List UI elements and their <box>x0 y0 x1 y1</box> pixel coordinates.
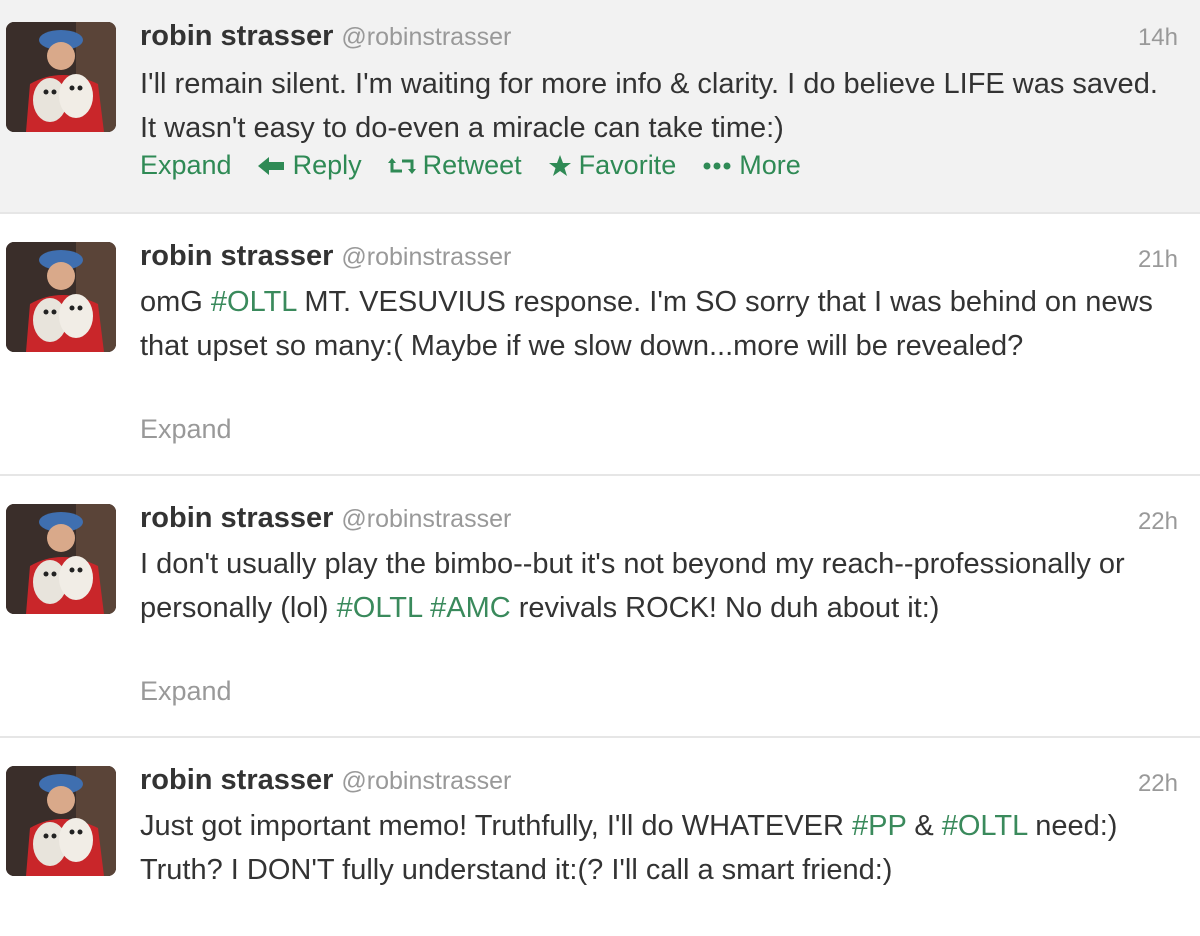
user-handle[interactable]: @robinstrasser <box>341 767 511 795</box>
tweet-text: Just got important memo! Truthfully, I'l… <box>140 804 1160 892</box>
hashtag-link[interactable]: #AMC <box>430 592 511 624</box>
tweet-text: omG #OLTL MT. VESUVIUS response. I'm SO … <box>140 280 1160 368</box>
timestamp[interactable]: 22h <box>1138 770 1178 798</box>
favorite-label: Favorite <box>578 150 677 180</box>
user-name[interactable]: robin strasser <box>140 240 333 272</box>
tweet-text-segment: I'll remain silent. I'm waiting for more… <box>140 68 1158 144</box>
timestamp[interactable]: 22h <box>1138 508 1178 536</box>
user-handle[interactable]: @robinstrasser <box>341 23 511 51</box>
retweet-label: Retweet <box>422 150 522 180</box>
expand-link[interactable]: Expand <box>140 414 232 445</box>
retweet-icon <box>387 155 416 177</box>
tweet-text-segment <box>422 592 430 624</box>
avatar[interactable] <box>6 766 116 876</box>
tweet-header: robin strasser @robinstrasser <box>140 240 511 273</box>
tweet-text-segment: revivals ROCK! No duh about it:) <box>510 592 940 624</box>
tweet-text-segment: & <box>906 810 942 842</box>
tweet[interactable]: robin strasser @robinstrasser 14h I'll re… <box>0 0 1200 214</box>
reply-arrow-icon <box>257 155 286 177</box>
tweet-text: I'll remain silent. I'm waiting for more… <box>140 62 1160 150</box>
user-handle[interactable]: @robinstrasser <box>341 505 511 533</box>
tweet-actions: Expand Reply Retweet Favorite More <box>140 150 827 181</box>
avatar[interactable] <box>6 242 116 352</box>
timestamp[interactable]: 14h <box>1138 24 1178 52</box>
reply-button[interactable]: Reply <box>257 150 362 181</box>
user-name[interactable]: robin strasser <box>140 20 333 52</box>
star-icon <box>548 154 572 178</box>
more-label: More <box>739 150 801 180</box>
expand-label: Expand <box>140 150 232 180</box>
user-handle[interactable]: @robinstrasser <box>341 243 511 271</box>
avatar[interactable] <box>6 22 116 132</box>
tweet-header: robin strasser @robinstrasser <box>140 764 511 797</box>
expand-link[interactable]: Expand <box>140 150 232 181</box>
tweet[interactable]: robin strasser @robinstrasser 22h Just go… <box>0 738 1200 936</box>
tweet[interactable]: robin strasser @robinstrasser 22h I don't… <box>0 476 1200 738</box>
user-name[interactable]: robin strasser <box>140 764 333 796</box>
tweet-header: robin strasser @robinstrasser <box>140 502 511 535</box>
tweet[interactable]: robin strasser @robinstrasser 21h omG #OL… <box>0 214 1200 476</box>
hashtag-link[interactable]: #OLTL <box>211 286 296 318</box>
user-name[interactable]: robin strasser <box>140 502 333 534</box>
tweet-text-segment: Just got important memo! Truthfully, I'l… <box>140 810 852 842</box>
tweet-text-segment: omG <box>140 286 211 318</box>
timestamp[interactable]: 21h <box>1138 246 1178 274</box>
tweet-text: I don't usually play the bimbo--but it's… <box>140 542 1160 630</box>
hashtag-link[interactable]: #PP <box>852 810 906 842</box>
tweet-header: robin strasser @robinstrasser <box>140 20 511 53</box>
reply-label: Reply <box>292 150 362 180</box>
favorite-button[interactable]: Favorite <box>548 150 677 181</box>
avatar[interactable] <box>6 504 116 614</box>
hashtag-link[interactable]: #OLTL <box>942 810 1027 842</box>
more-button[interactable]: More <box>702 150 801 181</box>
expand-link[interactable]: Expand <box>140 676 232 707</box>
hashtag-link[interactable]: #OLTL <box>337 592 422 624</box>
more-dots-icon <box>702 161 732 171</box>
retweet-button[interactable]: Retweet <box>387 150 522 181</box>
